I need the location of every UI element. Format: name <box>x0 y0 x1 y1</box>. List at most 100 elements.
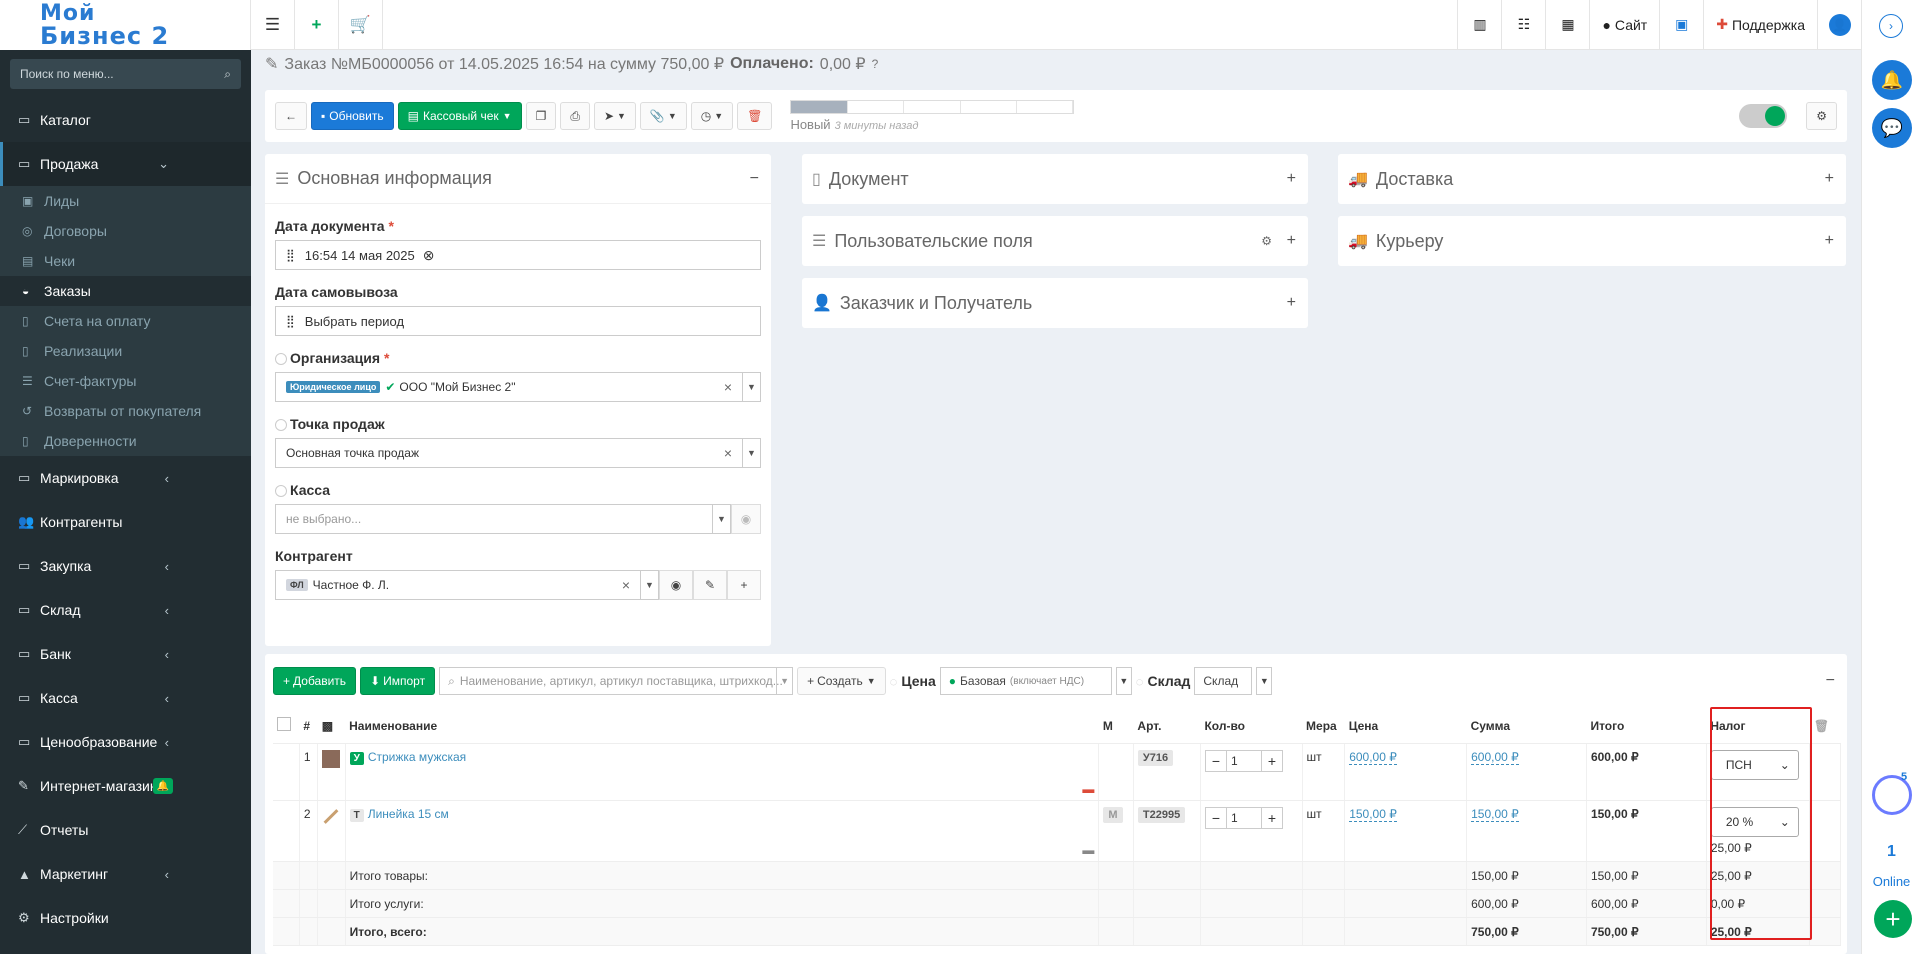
add-item-button[interactable]: + Добавить <box>273 667 357 695</box>
plus-icon[interactable]: + <box>1262 808 1282 828</box>
site-button[interactable]: ● Сайт <box>1589 0 1659 49</box>
view-contractor-button[interactable]: ◉ <box>659 570 693 600</box>
menu-search-input[interactable]: Поиск по меню... ⌕ <box>10 59 241 89</box>
sum-link[interactable]: 150,00 ₽ <box>1471 806 1519 822</box>
attach-button[interactable]: 📎 ▼ <box>639 102 687 130</box>
quick-add-icon[interactable]: + <box>1874 900 1912 938</box>
collapse-icon[interactable]: − <box>1826 672 1835 690</box>
sidebar-sub-vat-invoices[interactable]: ☰ Счет-фактуры <box>0 366 251 396</box>
quantity-value[interactable]: 1 <box>1225 750 1262 771</box>
sidebar-item-reports[interactable]: ⟋ Отчеты <box>0 808 251 852</box>
price-type-select[interactable]: ● Базовая (включает НДС) <box>939 667 1112 695</box>
quantity-stepper[interactable]: −1 + <box>1204 749 1283 772</box>
clear-icon[interactable]: × <box>724 379 732 395</box>
price-link[interactable]: 150,00 ₽ <box>1349 806 1397 822</box>
sidebar-item-catalog[interactable]: ▭ Каталог <box>0 98 251 142</box>
plus-icon[interactable]: + <box>1287 294 1296 312</box>
cart-icon[interactable]: 🛒 <box>339 0 383 49</box>
item-name-link[interactable]: Линейка 15 см <box>368 807 449 821</box>
chat-icon[interactable]: 💬 <box>1872 108 1912 148</box>
pickup-date-input[interactable]: ⣿ Выбрать период <box>275 306 761 336</box>
sidebar-sub-returns[interactable]: ↺ Возвраты от покупателя <box>0 396 251 426</box>
price-link[interactable]: 600,00 ₽ <box>1349 749 1397 765</box>
clear-circle-icon[interactable]: ⊗ <box>423 247 435 264</box>
sidebar-item-bank[interactable]: ▭ Банк ‹ <box>0 632 251 676</box>
menu-toggle-icon[interactable]: ☰ <box>251 0 295 49</box>
sidebar-item-warehouse[interactable]: ▭ Склад ‹ <box>0 588 251 632</box>
caret-down-icon[interactable]: ▼ <box>742 439 760 467</box>
minus-icon[interactable]: − <box>1206 751 1226 771</box>
caret-down-icon[interactable]: ▼ <box>1256 667 1273 695</box>
import-button[interactable]: ⬇ Импорт <box>360 667 436 695</box>
doc-date-input[interactable]: ⣿ 16:54 14 мая 2025 ⊗ <box>275 240 761 270</box>
status-toggle[interactable] <box>1739 104 1787 128</box>
status-progress[interactable]: Новый 3 минуты назад <box>790 100 1075 132</box>
sidebar-item-eshop[interactable]: ✎ Интернет-магазин 🔔 <box>0 764 251 808</box>
select-all-checkbox[interactable] <box>277 717 291 732</box>
update-button[interactable]: ▪ Обновить <box>311 102 394 130</box>
clear-icon[interactable]: × <box>622 577 630 593</box>
copy-button[interactable]: ❐ <box>525 102 557 130</box>
back-button[interactable]: ← <box>275 102 307 130</box>
document-panel[interactable]: ▯ Документ + <box>802 154 1308 204</box>
notifications-icon[interactable]: 🔔 <box>1872 60 1912 100</box>
logo[interactable]: Мой Бизнес 2 <box>0 0 251 50</box>
server-icon[interactable]: ☷ <box>1501 0 1545 49</box>
plus-icon[interactable]: + <box>295 0 339 49</box>
quantity-stepper[interactable]: −1 + <box>1204 806 1283 829</box>
plus-icon[interactable]: + <box>1262 751 1282 771</box>
edit-contractor-button[interactable]: ✎ <box>693 570 727 600</box>
item-search-input[interactable]: ⌕ Наименование, артикул, артикул поставщи… <box>439 667 794 695</box>
sidebar-sub-invoices[interactable]: ▯ Счета на оплату <box>0 306 251 336</box>
caret-down-icon[interactable]: ▼ <box>742 373 760 401</box>
support-button[interactable]: ✚ Поддержка <box>1703 0 1817 49</box>
delivery-panel[interactable]: 🚚 Доставка + <box>1338 154 1846 204</box>
sidebar-sub-leads[interactable]: ▣ Лиды <box>0 186 251 216</box>
settings-button[interactable]: ⚙ <box>1806 102 1837 130</box>
point-select[interactable]: Основная точка продаж × ▼ <box>275 438 761 468</box>
minus-icon[interactable]: − <box>750 170 759 188</box>
caret-down-icon[interactable]: ▼ <box>640 571 658 599</box>
courier-panel[interactable]: 🚚 Курьеру + <box>1338 216 1846 266</box>
cash-select[interactable]: не выбрано... ▼ <box>275 504 731 534</box>
help-icon[interactable]: ? <box>872 57 879 71</box>
trash-icon[interactable]: 🗑 <box>1814 719 1829 733</box>
gears-icon[interactable]: ⚙ <box>1261 234 1272 248</box>
sidebar-item-purchase[interactable]: ▭ Закупка ‹ <box>0 544 251 588</box>
quantity-value[interactable]: 1 <box>1225 807 1262 828</box>
plus-icon[interactable]: + <box>1287 170 1296 188</box>
contractor-select[interactable]: ФЛ Частное Ф. Л. × ▼ <box>275 570 659 600</box>
send-button[interactable]: ➤ ▼ <box>593 102 636 130</box>
sidebar-sub-sales[interactable]: ▯ Реализации <box>0 336 251 366</box>
sidebar-item-marking[interactable]: ▭ Маркировка ‹ <box>0 456 251 500</box>
custom-fields-panel[interactable]: ☰ Пользовательские поля ⚙ + <box>802 216 1308 266</box>
sidebar-item-marketing[interactable]: ▲ Маркетинг ‹ <box>0 852 251 896</box>
calendar-icon[interactable]: ▦ <box>1545 0 1589 49</box>
item-name-link[interactable]: Стрижка мужская <box>368 750 466 764</box>
receipt-button[interactable]: ▤ Кассовый чек ▼ <box>397 102 522 130</box>
view-button[interactable]: ◉ <box>731 504 761 534</box>
sidebar-item-settings[interactable]: ⚙ Настройки <box>0 896 251 940</box>
add-contractor-button[interactable]: + <box>727 570 761 600</box>
caret-down-icon[interactable]: ▼ <box>1115 667 1132 695</box>
plus-icon[interactable]: + <box>1825 232 1834 250</box>
org-select[interactable]: Юридическое лицо ✔ ООО "Мой Бизнес 2" × ▼ <box>275 372 761 402</box>
warehouse-select[interactable]: Склад <box>1194 667 1253 695</box>
plus-icon[interactable]: + <box>1287 232 1296 250</box>
plus-icon[interactable]: + <box>1825 170 1834 188</box>
print-button[interactable]: ⎙ <box>560 102 590 130</box>
sidebar-item-cash[interactable]: ▭ Касса ‹ <box>0 676 251 720</box>
sidebar-sub-receipts[interactable]: ▤ Чеки <box>0 246 251 276</box>
create-button[interactable]: + Создать ▼ <box>797 667 886 695</box>
caret-down-icon[interactable]: ▼ <box>776 668 792 694</box>
main-info-header[interactable]: ☰ Основная информация − <box>265 154 771 204</box>
caret-down-icon[interactable]: ▼ <box>712 505 730 533</box>
barcode-icon[interactable]: ▥ <box>1457 0 1501 49</box>
sidebar-sub-power-of-attorney[interactable]: ▯ Доверенности <box>0 426 251 456</box>
sum-link[interactable]: 600,00 ₽ <box>1471 749 1519 765</box>
sidebar-sub-contracts[interactable]: ◎ Договоры <box>0 216 251 246</box>
history-button[interactable]: ◷ ▼ <box>690 102 734 130</box>
sidebar-sub-orders[interactable]: ◒ Заказы <box>0 276 251 306</box>
minus-icon[interactable]: − <box>1206 808 1226 828</box>
expand-icon[interactable]: › <box>1879 14 1903 38</box>
